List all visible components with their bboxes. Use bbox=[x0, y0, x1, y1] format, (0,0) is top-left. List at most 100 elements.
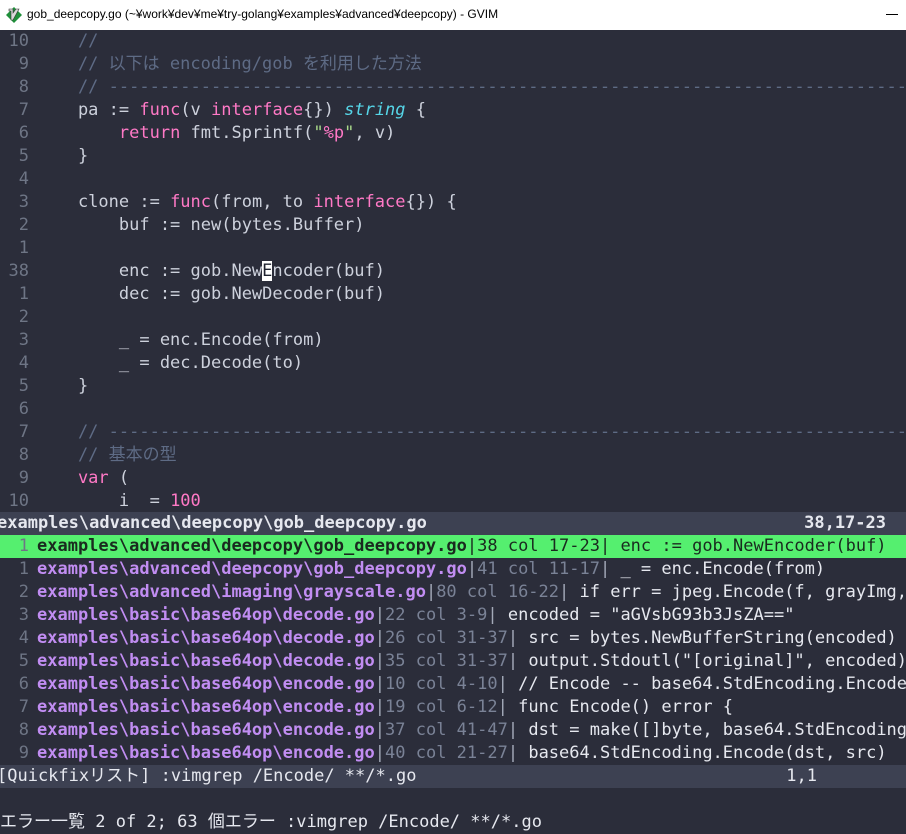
quickfix-match-text: dst = make([]byte, base64.StdEncoding.E bbox=[518, 720, 906, 740]
separator: | bbox=[497, 674, 508, 694]
code-text: buf := new(bytes.Buffer) bbox=[37, 214, 365, 237]
code-line[interactable]: 6 return fmt.Sprintf("%p", v) bbox=[0, 122, 906, 145]
quickfix-item-number: 9 bbox=[18, 743, 29, 763]
code-token: dec := gob.NewDecoder(buf) bbox=[37, 284, 385, 304]
quickfix-location: 37 col 41-47 bbox=[385, 720, 508, 740]
line-number: 2 bbox=[18, 215, 29, 235]
quickfix-file-path: examples\basic\base64op\decode.go bbox=[37, 628, 375, 648]
separator: | bbox=[466, 559, 478, 579]
quickfix-match-text: _ = enc.Encode(from) bbox=[610, 559, 826, 579]
separator: | bbox=[559, 582, 570, 602]
code-text: // 基本の型 bbox=[37, 444, 177, 467]
code-line[interactable]: 10 // bbox=[0, 30, 906, 53]
code-line[interactable]: 4 bbox=[0, 168, 906, 191]
code-line[interactable]: 1 bbox=[0, 237, 906, 260]
code-line[interactable]: 9 // 以下は encoding/gob を利用した方法 bbox=[0, 53, 906, 76]
line-number: 5 bbox=[18, 146, 29, 166]
quickfix-location: 38 col 17-23 bbox=[477, 536, 600, 556]
code-line[interactable]: 2 bbox=[0, 306, 906, 329]
quickfix-location: 41 col 11-17 bbox=[477, 559, 600, 579]
separator: | bbox=[374, 605, 386, 625]
quickfix-list[interactable]: 1 examples\advanced\deepcopy\gob_deepcopy… bbox=[0, 535, 906, 765]
quickfix-item[interactable]: 7 examples\basic\base64op\encode.go|19 co… bbox=[0, 696, 906, 719]
quickfix-file-path: examples\basic\base64op\encode.go bbox=[37, 674, 375, 694]
code-line[interactable]: 2 buf := new(bytes.Buffer) bbox=[0, 214, 906, 237]
quickfix-location: 19 col 6-12 bbox=[385, 697, 498, 717]
code-line[interactable]: 8 // 基本の型 bbox=[0, 444, 906, 467]
line-number: 6 bbox=[18, 123, 29, 143]
code-line[interactable]: 9 var ( bbox=[0, 467, 906, 490]
code-line[interactable]: 1 dec := gob.NewDecoder(buf) bbox=[0, 283, 906, 306]
separator: | bbox=[507, 743, 519, 763]
code-token: // 以下は encoding/gob を利用した方法 bbox=[37, 54, 422, 74]
code-token: {}) { bbox=[405, 192, 457, 212]
quickfix-file-path: examples\basic\base64op\encode.go bbox=[37, 697, 375, 717]
quickfix-item-number: 1 bbox=[18, 559, 29, 579]
line-number: 8 bbox=[18, 445, 29, 465]
quickfix-location: 80 col 16-22 bbox=[436, 582, 560, 602]
code-line[interactable]: 7 pa := func(v interface{}) string { bbox=[0, 99, 906, 122]
code-line[interactable]: 7 // -----------------------------------… bbox=[0, 421, 906, 444]
quickfix-item[interactable]: 3 examples\basic\base64op\decode.go|22 co… bbox=[0, 604, 906, 627]
quickfix-item[interactable]: 4 examples\basic\base64op\decode.go|26 co… bbox=[0, 627, 906, 650]
quickfix-file-path: examples\advanced\deepcopy\gob_deepcopy.… bbox=[37, 559, 467, 579]
quickfix-item-content: examples\advanced\deepcopy\gob_deepcopy.… bbox=[37, 535, 887, 558]
separator: | bbox=[487, 605, 498, 625]
code-line[interactable]: 3 clone := func(from, to interface{}) { bbox=[0, 191, 906, 214]
quickfix-item-number: 3 bbox=[18, 605, 29, 625]
quickfix-title: [Quickfixリスト] :vimgrep /Encode/ **/*.go bbox=[0, 766, 417, 786]
code-token: interface bbox=[313, 192, 406, 212]
quickfix-item-content: examples\advanced\imaging\grayscale.go |8… bbox=[37, 581, 906, 604]
editor-pane[interactable]: 10 //9 // 以下は encoding/gob を利用した方法 8 // -… bbox=[0, 30, 906, 512]
quickfix-item[interactable]: 1 examples\advanced\deepcopy\gob_deepcopy… bbox=[0, 558, 906, 581]
quickfix-match-text: enc := gob.NewEncoder(buf) bbox=[610, 536, 887, 556]
window-title: gob_deepcopy.go (~¥work¥dev¥me¥try-golan… bbox=[27, 7, 499, 21]
separator: | bbox=[466, 536, 478, 556]
quickfix-file-path: examples\advanced\imaging\grayscale.go bbox=[37, 582, 426, 602]
code-token: , v) bbox=[354, 123, 396, 143]
code-line[interactable]: 5 } bbox=[0, 375, 906, 398]
quickfix-match-text: src = bytes.NewBufferString(encoded) bbox=[518, 628, 897, 648]
separator: | bbox=[507, 720, 519, 740]
command-line[interactable]: エラー一覧 2 of 2; 63 個エラー :vimgrep /Encode/ … bbox=[0, 788, 906, 832]
quickfix-match-text: base64.StdEncoding.Encode(dst, src) bbox=[518, 743, 887, 763]
code-token: } bbox=[37, 376, 89, 396]
code-line[interactable]: 4 _ = dec.Decode(to) bbox=[0, 352, 906, 375]
code-line[interactable]: 3 _ = enc.Encode(from) bbox=[0, 329, 906, 352]
quickfix-file-path: examples\advanced\deepcopy\gob_deepcopy.… bbox=[37, 536, 467, 556]
code-token: enc := gob.New bbox=[37, 261, 263, 281]
code-token: {}) bbox=[303, 100, 345, 120]
code-line[interactable]: 8 // -----------------------------------… bbox=[0, 76, 906, 99]
quickfix-item[interactable]: 1 examples\advanced\deepcopy\gob_deepcopy… bbox=[0, 535, 906, 558]
window-titlebar[interactable]: gob_deepcopy.go (~¥work¥dev¥me¥try-golan… bbox=[0, 0, 906, 30]
code-token: interface bbox=[211, 100, 304, 120]
code-token: " bbox=[344, 123, 355, 143]
quickfix-location: 40 col 21-27 bbox=[385, 743, 508, 763]
quickfix-item[interactable]: 5 examples\basic\base64op\decode.go|35 co… bbox=[0, 650, 906, 673]
code-text: // bbox=[37, 30, 98, 53]
code-text: enc := gob.NewEncoder(buf) bbox=[37, 260, 385, 283]
code-token: 100 bbox=[170, 491, 201, 511]
quickfix-item[interactable]: 8 examples\basic\base64op\encode.go|37 co… bbox=[0, 719, 906, 742]
quickfix-match-text: encoded = "aGVsbG93b3JsZA==" bbox=[497, 605, 795, 625]
quickfix-status-line: [Quickfixリスト] :vimgrep /Encode/ **/*.go … bbox=[0, 765, 906, 788]
code-line[interactable]: 38 enc := gob.NewEncoder(buf) bbox=[0, 260, 906, 283]
code-line[interactable]: 5 } bbox=[0, 145, 906, 168]
code-text: var ( bbox=[37, 467, 129, 490]
minimize-button[interactable] bbox=[878, 0, 906, 30]
code-token: func bbox=[139, 100, 181, 120]
quickfix-file-path: examples\basic\base64op\decode.go bbox=[37, 651, 375, 671]
code-text: pa := func(v interface{}) string { bbox=[37, 99, 426, 122]
code-line[interactable]: 10 i = 100 bbox=[0, 490, 906, 512]
quickfix-item[interactable]: 9 examples\basic\base64op\encode.go|40 co… bbox=[0, 742, 906, 765]
quickfix-item-content: examples\basic\base64op\encode.go|37 col… bbox=[37, 719, 906, 742]
quickfix-item[interactable]: 6 examples\basic\base64op\encode.go|10 co… bbox=[0, 673, 906, 696]
separator: | bbox=[374, 743, 386, 763]
separator: | bbox=[374, 697, 386, 717]
quickfix-item[interactable]: 2 examples\advanced\imaging\grayscale.go|… bbox=[0, 581, 906, 604]
quickfix-match-text: // Encode -- base64.StdEncoding.Encode の bbox=[507, 674, 906, 694]
line-number: 8 bbox=[18, 77, 29, 97]
code-token: { bbox=[405, 100, 427, 120]
separator: | bbox=[374, 628, 386, 648]
code-line[interactable]: 6 bbox=[0, 398, 906, 421]
